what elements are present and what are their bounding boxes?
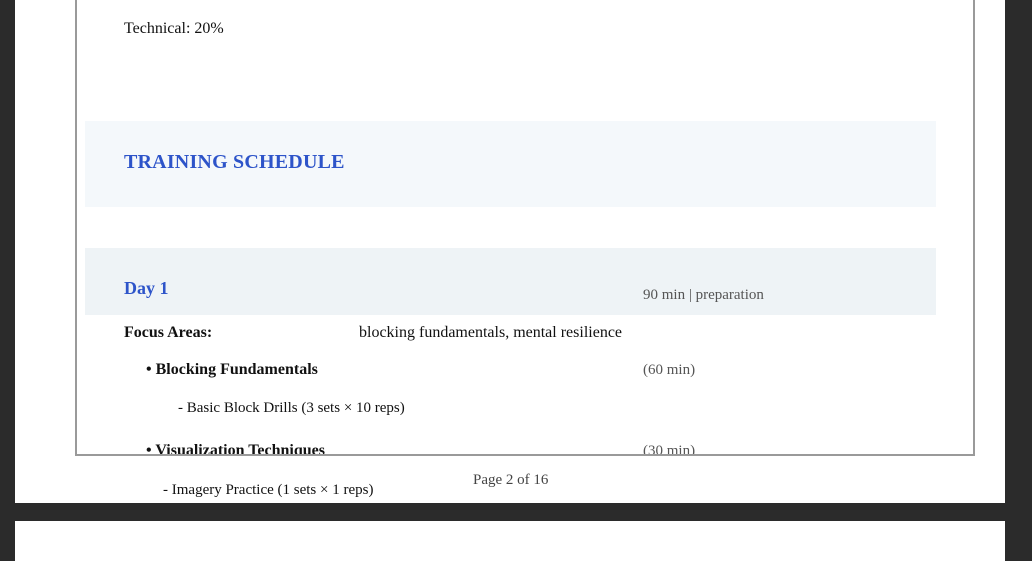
document-page: Technical: 20% TRAINING SCHEDULE Day 1 9… [15, 0, 1005, 503]
page-number: Page 2 of 16 [473, 472, 549, 488]
focus-areas-label: Focus Areas: [124, 324, 213, 341]
page-content-frame: Technical: 20% TRAINING SCHEDULE Day 1 9… [75, 0, 975, 456]
block-title: • Blocking Fundamentals [146, 361, 318, 378]
block-title: • Visualization Techniques [146, 442, 325, 456]
day-title: Day 1 [124, 278, 169, 298]
technical-percentage-line: Technical: 20% [124, 20, 224, 37]
block-duration: (30 min) [643, 443, 696, 456]
day-meta: 90 min | preparation [643, 287, 764, 303]
day-header-band [85, 248, 936, 315]
next-document-page [15, 521, 1005, 561]
section-title: TRAINING SCHEDULE [124, 151, 345, 173]
block-duration: (60 min) [643, 362, 696, 378]
exercise-item: - Basic Block Drills (3 sets × 10 reps) [178, 400, 405, 416]
focus-areas-value: blocking fundamentals, mental resilience [359, 324, 623, 341]
exercise-item: - Imagery Practice (1 sets × 1 reps) [163, 482, 374, 498]
